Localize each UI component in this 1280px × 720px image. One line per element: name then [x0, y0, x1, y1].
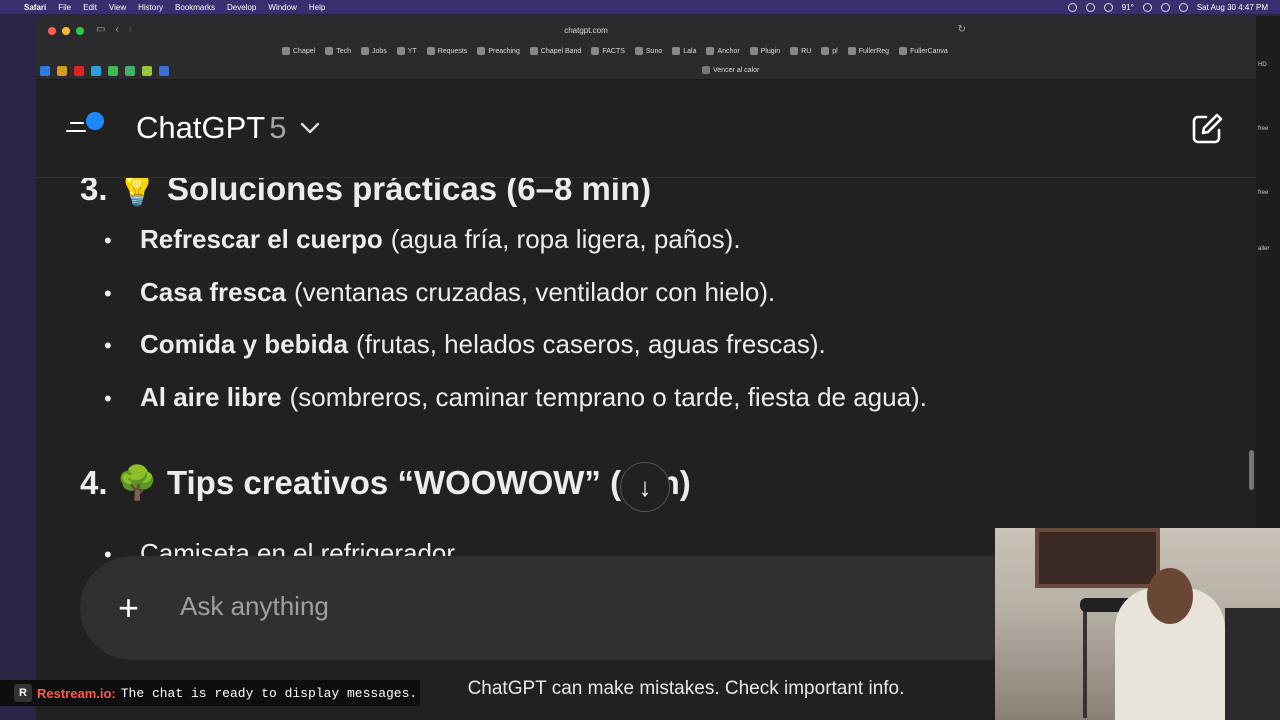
window-controls: [48, 27, 84, 35]
zoom-window-button[interactable]: [76, 27, 84, 35]
menu-bookmarks[interactable]: Bookmarks: [175, 3, 215, 12]
pinned-tab[interactable]: [159, 66, 169, 76]
chevron-down-icon: [300, 118, 320, 139]
new-chat-button[interactable]: [1190, 112, 1224, 146]
restream-overlay: R Restream.io: The chat is ready to disp…: [0, 680, 420, 706]
favorite-item[interactable]: FACTS: [591, 47, 625, 55]
menu-help[interactable]: Help: [309, 3, 325, 12]
list-item: • Comida y bebida (frutas, helados caseros…: [104, 329, 826, 359]
strip-text: free: [1258, 126, 1269, 132]
pinned-tab[interactable]: [74, 66, 84, 76]
forward-icon[interactable]: ›: [129, 24, 132, 35]
list-item: • Al aire libre (sombreros, caminar tempra…: [104, 381, 927, 412]
weather-temp[interactable]: 91°: [1122, 3, 1134, 12]
reload-icon[interactable]: ↻: [958, 24, 966, 35]
list-item: • Refrescar el cuerpo (agua fría, ropa lig…: [104, 224, 741, 254]
status-area: 91° Sat Aug 30 4:47 PM: [1067, 0, 1268, 14]
address-bar[interactable]: chatgpt.com: [276, 23, 896, 39]
section-heading: 3. 💡 Soluciones prácticas (6–8 min): [80, 178, 652, 207]
menu-edit[interactable]: Edit: [83, 3, 97, 12]
favorite-item[interactable]: Chapel: [282, 47, 315, 55]
active-tab[interactable]: Vencer al calor: [702, 66, 759, 74]
search-icon[interactable]: [1160, 2, 1170, 12]
add-attachment-button[interactable]: +: [118, 586, 139, 630]
minimize-window-button[interactable]: [62, 27, 70, 35]
pinned-tabs: [40, 66, 169, 76]
wall-art: [1035, 528, 1160, 588]
webcam-overlay: [995, 528, 1280, 720]
favorite-item[interactable]: pl: [821, 47, 838, 55]
nav-buttons: ▭ ‹ ›: [96, 24, 132, 35]
pinned-tab[interactable]: [91, 66, 101, 76]
menu-window[interactable]: Window: [268, 3, 296, 12]
favorites-bar: Chapel Tech Jobs YT Requests Preaching C…: [282, 47, 948, 55]
mic-stand: [1083, 608, 1087, 718]
favorite-item[interactable]: FullerReg: [847, 47, 889, 55]
composer: + Ask anything: [80, 556, 1040, 660]
favorite-item[interactable]: Chapel Band: [529, 47, 581, 55]
pinned-tab[interactable]: [125, 66, 135, 76]
favorite-item[interactable]: Lala: [672, 47, 696, 55]
strip-text: HD: [1258, 62, 1267, 68]
model-version: 5: [269, 110, 287, 145]
sidebar-toggle-icon[interactable]: ▭: [96, 24, 105, 35]
restream-message: The chat is ready to display messages.: [120, 685, 418, 701]
restream-logo: R: [14, 684, 32, 702]
tab-title: Vencer al calor: [713, 66, 760, 74]
menu-app-name[interactable]: Safari: [24, 3, 46, 12]
favorite-item[interactable]: Plugin: [749, 47, 780, 55]
favorite-item[interactable]: Anchor: [706, 47, 740, 55]
menu-file[interactable]: File: [58, 3, 71, 12]
status-icon[interactable]: [1103, 2, 1113, 12]
edit-icon: [1192, 113, 1223, 144]
list-item: • Camiseta en el refrigerador.: [104, 538, 461, 558]
pinned-tab[interactable]: [40, 66, 50, 76]
scrollbar-thumb[interactable]: [1249, 450, 1254, 490]
pinned-tab[interactable]: [108, 66, 118, 76]
list-item: • Casa fresca (ventanas cruzadas, ventilad…: [104, 276, 776, 307]
clock[interactable]: Sat Aug 30 4:47 PM: [1197, 3, 1268, 12]
favorite-item[interactable]: FullerCanva: [899, 47, 948, 55]
control-center-icon[interactable]: [1178, 2, 1188, 12]
menu-develop[interactable]: Develop: [227, 3, 256, 12]
background-window-strip: HD free free aller: [1256, 16, 1280, 528]
toolbar-right-icons: ↻: [958, 24, 966, 35]
favorite-item[interactable]: Tech: [325, 47, 351, 55]
person-head: [1147, 568, 1193, 624]
wifi-icon[interactable]: [1142, 2, 1152, 12]
close-window-button[interactable]: [48, 27, 56, 35]
status-icon[interactable]: [1085, 2, 1095, 12]
menu-view[interactable]: View: [109, 3, 126, 12]
bullet-list: • Camiseta en el refrigerador.: [104, 538, 461, 558]
favorite-item[interactable]: Requests: [426, 47, 467, 55]
favorite-item[interactable]: YT: [396, 47, 417, 55]
section-heading: 4. 🌳 Tips creativos “WOOWOW” (min): [80, 464, 691, 501]
strip-text: aller: [1258, 246, 1270, 252]
strip-text: free: [1258, 190, 1269, 196]
scroll-down-button[interactable]: ↓: [620, 462, 670, 512]
menu-history[interactable]: History: [138, 3, 163, 12]
restream-brand: Restream.io:: [37, 685, 116, 701]
model-name: ChatGPT: [136, 110, 266, 145]
favorite-item[interactable]: RU: [790, 47, 811, 55]
plus-icon: +: [118, 587, 140, 628]
chair: [1225, 608, 1280, 720]
chatgpt-header: ChatGPT 5: [36, 80, 1256, 178]
open-sidebar-button[interactable]: [66, 112, 106, 144]
favorite-item[interactable]: Suno: [634, 47, 662, 55]
bullet-list: • Refrescar el cuerpo (agua fría, ropa lig…: [104, 224, 927, 434]
status-icon[interactable]: [1067, 2, 1077, 12]
browser-toolbar: ▭ ‹ › chatgpt.com ↻ Chapel Tech Jobs YT …: [36, 16, 1256, 80]
macos-menubar: Safari File Edit View History Bookmarks …: [0, 0, 1280, 14]
favorite-item[interactable]: Jobs: [360, 47, 387, 55]
message-input[interactable]: Ask anything: [180, 591, 329, 622]
model-selector[interactable]: ChatGPT 5: [136, 110, 320, 146]
pinned-tab[interactable]: [57, 66, 67, 76]
favorite-item[interactable]: Preaching: [477, 47, 520, 55]
arrow-down-icon: ↓: [638, 472, 652, 502]
notification-dot: [86, 112, 104, 130]
tab-favicon: [702, 66, 710, 74]
back-icon[interactable]: ‹: [115, 24, 118, 35]
pinned-tab[interactable]: [142, 66, 152, 76]
